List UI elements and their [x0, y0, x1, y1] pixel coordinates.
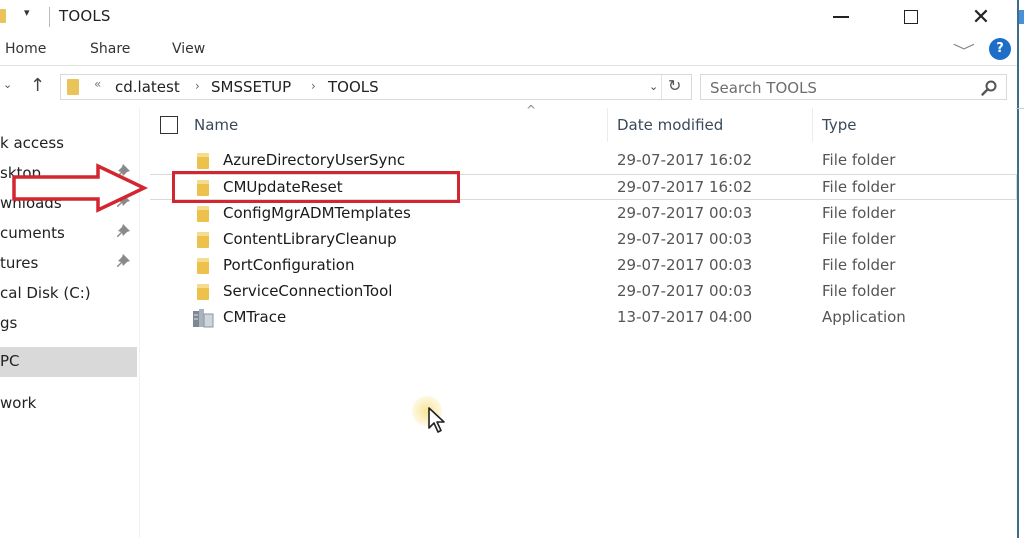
breadcrumb-tools[interactable]: TOOLS	[328, 78, 379, 96]
sidebar-item-label: PC	[0, 352, 20, 370]
folder-icon	[67, 79, 79, 95]
pin-icon	[117, 224, 130, 237]
column-header-row: ^ Name Date modified Type	[150, 103, 1017, 142]
folder-icon	[197, 284, 209, 300]
sidebar-item-quick-access[interactable]: k access	[0, 130, 137, 158]
minimize-button[interactable]	[818, 0, 864, 34]
file-date: 29-07-2017 00:03	[617, 282, 753, 300]
folder-icon	[197, 153, 209, 169]
quick-access-dropdown-icon[interactable]: ▾	[24, 6, 30, 19]
title-separator	[49, 7, 50, 27]
minimize-icon	[833, 16, 849, 18]
file-name: PortConfiguration	[223, 256, 355, 274]
maximize-icon	[904, 10, 918, 24]
sidebar-item-label: tures	[0, 254, 39, 272]
folder-icon	[197, 206, 209, 222]
window-title: TOOLS	[59, 7, 111, 25]
select-all-checkbox[interactable]	[160, 116, 178, 134]
address-divider	[661, 75, 662, 99]
file-name: ContentLibraryCleanup	[223, 230, 397, 248]
file-type: Application	[822, 308, 906, 326]
search-input[interactable]: Search TOOLS	[700, 74, 1007, 100]
application-icon	[193, 309, 214, 328]
file-name: ConfigMgrADMTemplates	[223, 204, 411, 222]
file-row[interactable]: ContentLibraryCleanup 29-07-2017 00:03 F…	[150, 227, 1017, 253]
window-border	[1017, 0, 1019, 538]
breadcrumb-overflow-icon[interactable]: «	[94, 77, 101, 91]
search-icon[interactable]	[980, 79, 998, 97]
search-placeholder: Search TOOLS	[710, 79, 817, 97]
file-type: File folder	[822, 256, 896, 274]
up-arrow-icon[interactable]: ↑	[30, 75, 45, 96]
breadcrumb-separator-icon[interactable]: ›	[195, 79, 200, 93]
file-name: CMTrace	[223, 308, 287, 326]
expand-ribbon-chevron-icon[interactable]: ﹀	[953, 38, 975, 62]
divider	[1016, 108, 1024, 109]
sort-ascending-icon: ^	[526, 103, 537, 117]
quick-access-folder-icon	[0, 9, 6, 23]
file-type: File folder	[822, 230, 896, 248]
folder-icon	[197, 232, 209, 248]
tab-view[interactable]: View	[172, 41, 205, 57]
file-date: 29-07-2017 16:02	[617, 151, 753, 169]
file-date: 29-07-2017 00:03	[617, 204, 753, 222]
breadcrumb-cd-latest[interactable]: cd.latest	[115, 78, 180, 96]
address-dropdown-chevron-icon[interactable]: ⌄	[649, 80, 658, 93]
sidebar-item-label: k access	[0, 134, 64, 152]
annotation-highlight-box	[172, 171, 460, 203]
sidebar-item-pictures[interactable]: tures	[0, 250, 137, 278]
pin-icon	[117, 254, 130, 267]
column-header-date-modified[interactable]: Date modified	[617, 116, 723, 134]
file-row[interactable]: ServiceConnectionTool 29-07-2017 00:03 F…	[150, 279, 1017, 305]
file-date: 29-07-2017 16:02	[617, 178, 753, 196]
recent-locations-chevron-icon[interactable]: ⌄	[3, 78, 12, 91]
sidebar-item-logs[interactable]: gs	[0, 310, 137, 338]
file-row[interactable]: ConfigMgrADMTemplates 29-07-2017 00:03 F…	[150, 201, 1017, 227]
tab-share[interactable]: Share	[90, 41, 130, 57]
sidebar-item-network[interactable]: work	[0, 390, 137, 418]
mouse-pointer-icon	[428, 407, 445, 433]
file-type: File folder	[822, 204, 896, 222]
sidebar-item-local-disk[interactable]: cal Disk (C:)	[0, 280, 137, 308]
breadcrumb-smssetup[interactable]: SMSSETUP	[211, 78, 291, 96]
close-button[interactable]: ✕	[958, 0, 1004, 34]
title-bar: ▾ TOOLS ✕	[0, 0, 1020, 34]
sidebar-item-this-pc[interactable]: PC	[0, 347, 137, 377]
sidebar-item-label: cuments	[0, 224, 65, 242]
breadcrumb-separator-icon[interactable]: ›	[311, 79, 316, 93]
ribbon: Home Share View ﹀ ?	[0, 34, 1017, 66]
column-header-name[interactable]: Name	[194, 116, 238, 134]
sidebar-item-label: work	[0, 394, 37, 412]
address-bar[interactable]: « cd.latest › SMSSETUP › TOOLS ⌄ ↻	[60, 74, 692, 100]
navigation-bar: ⌄ ↑ « cd.latest › SMSSETUP › TOOLS ⌄ ↻ S…	[0, 66, 1017, 108]
file-date: 29-07-2017 00:03	[617, 256, 753, 274]
column-divider[interactable]	[607, 108, 608, 142]
maximize-button[interactable]	[888, 0, 934, 34]
file-type: File folder	[822, 151, 896, 169]
file-row[interactable]: CMTrace 13-07-2017 04:00 Application	[150, 305, 1017, 331]
column-divider[interactable]	[812, 108, 813, 142]
file-date: 29-07-2017 00:03	[617, 230, 753, 248]
file-row[interactable]: PortConfiguration 29-07-2017 00:03 File …	[150, 253, 1017, 279]
column-header-type[interactable]: Type	[822, 116, 856, 134]
sidebar-item-label: cal Disk (C:)	[0, 284, 91, 302]
sidebar-item-documents[interactable]: cuments	[0, 220, 137, 248]
background-window-edge	[1019, 10, 1024, 24]
file-date: 13-07-2017 04:00	[617, 308, 753, 326]
file-name: AzureDirectoryUserSync	[223, 151, 406, 169]
annotation-arrow-icon	[12, 163, 149, 213]
file-type: File folder	[822, 178, 896, 196]
help-icon[interactable]: ?	[989, 38, 1011, 60]
tab-home[interactable]: Home	[5, 41, 46, 57]
refresh-icon[interactable]: ↻	[668, 76, 681, 95]
file-name: ServiceConnectionTool	[223, 282, 393, 300]
sidebar-item-label: gs	[0, 314, 18, 332]
close-icon: ✕	[971, 4, 991, 30]
file-type: File folder	[822, 282, 896, 300]
folder-icon	[197, 258, 209, 274]
